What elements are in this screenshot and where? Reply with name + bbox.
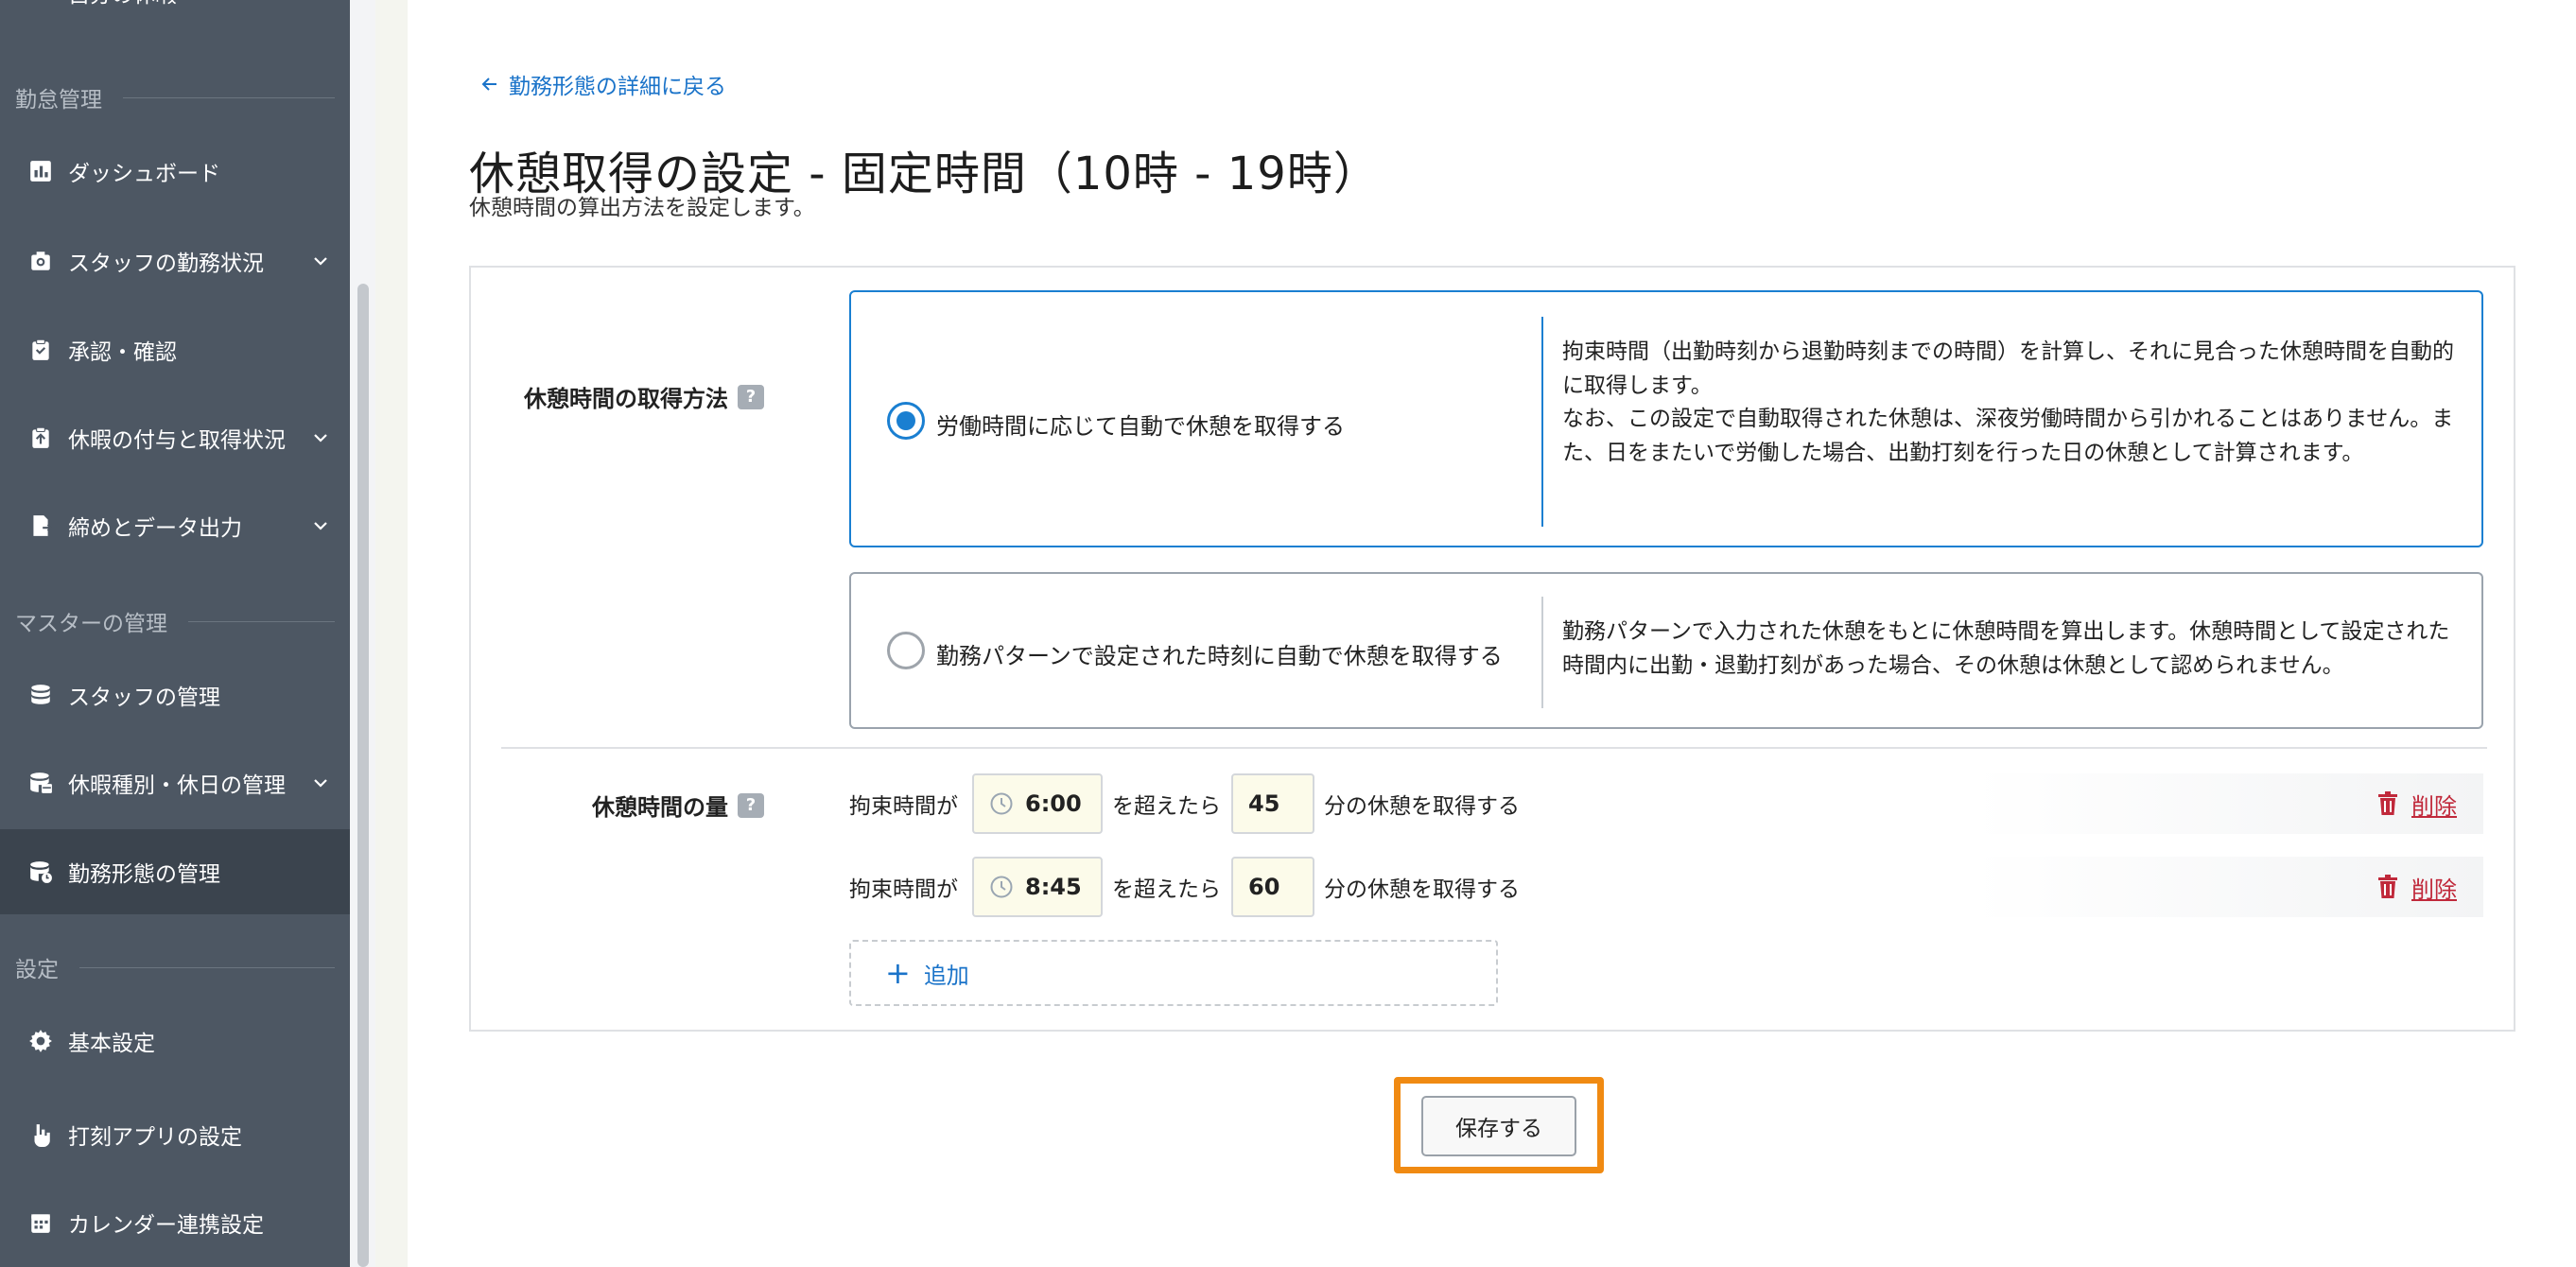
- sidebar-item-label: 締めとデータ出力: [68, 516, 242, 541]
- document-export-icon: [28, 513, 53, 538]
- sidebar-item-label: 基本設定: [68, 1032, 155, 1056]
- sidebar-item-label: ダッシュボード: [68, 162, 220, 186]
- sidebar-section-attendance: 勤怠管理: [15, 81, 335, 113]
- time-value: 6:00: [1025, 790, 1082, 817]
- break-rule-row: 拘束時間が 8:45 を超えたら 60 分の休憩を取得する 削除: [849, 857, 2483, 917]
- duration-time-input[interactable]: 8:45: [972, 857, 1103, 917]
- database-calendar-icon: [28, 771, 53, 795]
- time-value: 8:45: [1025, 874, 1082, 900]
- hand-tap-icon: [28, 1122, 53, 1147]
- sidebar-item-label: カレンダー連携設定: [68, 1213, 264, 1238]
- option-description: 勤務パターンで入力された休憩をもとに休憩時間を算出します。休憩時間として設定され…: [1562, 619, 2450, 678]
- delete-button[interactable]: 削除: [2377, 773, 2457, 834]
- rule-prefix: 拘束時間が: [849, 794, 958, 819]
- clock-icon: [990, 792, 1013, 815]
- sidebar-item-label: 打刻アプリの設定: [68, 1125, 242, 1150]
- break-minutes-input[interactable]: 45: [1231, 773, 1314, 834]
- trash-icon: [2378, 791, 2397, 815]
- chevron-down-icon: [314, 257, 327, 266]
- section-divider: [501, 747, 2487, 749]
- clipboard-icon: [28, 338, 53, 362]
- database-icon: [28, 683, 53, 707]
- chart-icon: [28, 159, 53, 183]
- help-icon[interactable]: ?: [738, 792, 764, 818]
- sidebar-item-approval[interactable]: 承認・確認: [0, 307, 350, 392]
- break-minutes-input[interactable]: 60: [1231, 857, 1314, 917]
- sidebar-section-settings: 設定: [15, 951, 335, 983]
- back-link-label: 勤務形態の詳細に戻る: [509, 75, 726, 99]
- sidebar-item-work-styles[interactable]: 勤務形態の管理: [0, 829, 350, 914]
- sidebar-section-master: マスターの管理: [15, 605, 335, 637]
- chevron-down-icon: [314, 434, 327, 443]
- sidebar-scrollbar-thumb[interactable]: [357, 284, 369, 1267]
- option-label: 労働時間に応じて自動で休憩を取得する: [936, 413, 1345, 440]
- sidebar-item-leave-grant[interactable]: 休暇の付与と取得状況: [0, 395, 350, 480]
- chevron-down-icon: [314, 779, 327, 788]
- add-rule-button[interactable]: + 追加: [849, 940, 1498, 1006]
- gear-icon: [28, 1029, 53, 1053]
- break-method-option-pattern[interactable]: 勤務パターンで設定された時刻に自動で休憩を取得する 勤務パターンで入力された休憩…: [849, 572, 2483, 729]
- camera-icon: [28, 249, 53, 273]
- break-rule-row: 拘束時間が 6:00 を超えたら 45 分の休憩を取得する 削除: [849, 773, 2483, 834]
- sidebar-item-basic-settings[interactable]: 基本設定: [0, 998, 350, 1084]
- clock-icon: [990, 876, 1013, 898]
- rule-prefix: 拘束時間が: [849, 877, 958, 902]
- sidebar-item-label: 休暇種別・休日の管理: [68, 773, 286, 798]
- sidebar-item-staff-status[interactable]: スタッフの勤務状況: [0, 218, 350, 304]
- sidebar-item-closing-export[interactable]: 締めとデータ出力: [0, 483, 350, 568]
- page-description: 休憩時間の算出方法を設定します。: [469, 196, 815, 220]
- content-gutter: [375, 0, 408, 1267]
- radio-button-selected[interactable]: [887, 402, 925, 440]
- rule-suffix: 分の休憩を取得する: [1324, 877, 1520, 902]
- delete-button[interactable]: 削除: [2377, 857, 2457, 917]
- sidebar-item-label: スタッフの勤務状況: [68, 252, 264, 276]
- option-divider: [1541, 597, 1543, 708]
- calendar-icon: [28, 1210, 53, 1235]
- rule-middle: を超えたら: [1112, 877, 1221, 902]
- plus-icon: +: [885, 955, 911, 991]
- sidebar: 自分の休暇 勤怠管理 ダッシュボード スタッフの勤務状況 承認・確認 休暇の付与…: [0, 0, 350, 1267]
- sidebar-item-stamp-app-settings[interactable]: 打刻アプリの設定: [0, 1092, 350, 1177]
- sidebar-item-dashboard[interactable]: ダッシュボード: [0, 129, 350, 214]
- break-method-label: 休憩時間の取得方法 ?: [524, 380, 764, 413]
- sidebar-item-label: スタッフの管理: [68, 686, 220, 710]
- save-button[interactable]: 保存する: [1421, 1096, 1576, 1156]
- radio-button[interactable]: [887, 632, 925, 669]
- sidebar-item-label: 承認・確認: [68, 340, 177, 365]
- rule-middle: を超えたら: [1112, 794, 1221, 819]
- option-description: 拘束時間（出勤時刻から退勤時刻までの時間）を計算し、それに見合った休憩時間を自動…: [1562, 339, 2454, 465]
- option-label: 勤務パターンで設定された時刻に自動で休憩を取得する: [936, 643, 1503, 669]
- trash-icon: [2378, 875, 2397, 898]
- sidebar-item-label: 自分の休暇: [68, 0, 177, 9]
- sidebar-item-staff-management[interactable]: スタッフの管理: [0, 652, 350, 738]
- arrow-left-icon: [481, 78, 496, 91]
- sidebar-item-my-leave[interactable]: 自分の休暇: [0, 0, 350, 21]
- break-amount-label: 休憩時間の量 ?: [592, 789, 764, 822]
- sidebar-item-calendar-sync[interactable]: カレンダー連携設定: [0, 1180, 350, 1265]
- rule-suffix: 分の休憩を取得する: [1324, 794, 1520, 819]
- chevron-down-icon: [314, 522, 327, 530]
- help-icon[interactable]: ?: [738, 384, 764, 409]
- duration-time-input[interactable]: 6:00: [972, 773, 1103, 834]
- back-link[interactable]: 勤務形態の詳細に戻る: [480, 68, 726, 100]
- add-rule-label: 追加: [923, 962, 969, 989]
- sidebar-item-label: 休暇の付与と取得状況: [68, 428, 286, 453]
- sidebar-item-label: 勤務形態の管理: [68, 862, 220, 887]
- sidebar-item-leave-types[interactable]: 休暇種別・休日の管理: [0, 740, 350, 825]
- option-divider: [1541, 317, 1543, 527]
- hand-icon: [28, 0, 53, 5]
- break-method-option-auto[interactable]: 労働時間に応じて自動で休憩を取得する 拘束時間（出勤時刻から退勤時刻までの時間）…: [849, 290, 2483, 547]
- clipboard-upload-icon: [28, 425, 53, 450]
- database-clock-icon: [28, 859, 53, 884]
